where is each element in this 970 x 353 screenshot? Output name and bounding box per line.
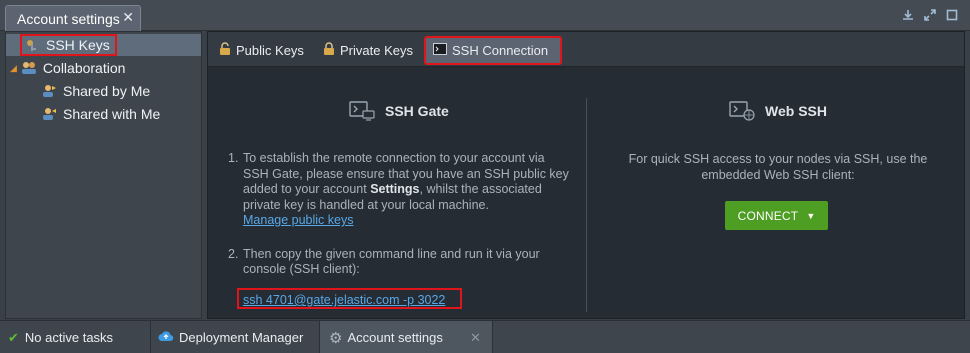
keys-icon <box>25 38 41 52</box>
user-shared-icon <box>41 107 57 121</box>
tree-item-label: Shared by Me <box>63 83 151 99</box>
step-2: 2. Then copy the given command line and … <box>228 247 573 278</box>
web-ssh-heading: Web SSH <box>729 101 827 121</box>
step-1-text: To establish the remote connection to yo… <box>243 151 573 229</box>
manage-public-keys-link[interactable]: Manage public keys <box>243 213 353 227</box>
app-root: Account settings ✕ SSH Keys ◢ Collaborat… <box>0 0 970 353</box>
deployment-manager-tab[interactable]: Deployment Manager <box>158 321 303 353</box>
maximize-icon[interactable] <box>946 9 958 21</box>
tree-item-shared-by-me[interactable]: Shared by Me <box>41 80 150 102</box>
collapse-arrow-icon[interactable]: ◢ <box>10 63 17 74</box>
account-settings-taskbar-tab[interactable]: ⚙ Account settings ✕ <box>320 321 492 353</box>
window-controls <box>902 9 958 21</box>
ssh-gate-title: SSH Gate <box>385 103 449 119</box>
user-share-icon <box>41 84 57 98</box>
tab-label: SSH Connection <box>452 43 549 58</box>
ssh-command-link[interactable]: ssh 4701@gate.jelastic.com -p 3022 <box>243 293 445 307</box>
status-bar: ✔ No active tasks Deployment Manager ⚙ A… <box>0 320 970 353</box>
tab-ssh-connection[interactable]: SSH Connection <box>424 36 562 65</box>
tab-label: Private Keys <box>340 42 413 58</box>
close-icon[interactable]: ✕ <box>470 330 481 346</box>
open-lock-icon <box>219 42 231 58</box>
tasks-label: No active tasks <box>24 330 114 345</box>
tab-public-keys[interactable]: Public Keys <box>213 38 310 62</box>
ssh-gate-steps: 1. To establish the remote connection to… <box>228 151 573 278</box>
window-tab-title: Account settings <box>17 11 120 27</box>
settings-bold: Settings <box>370 182 420 196</box>
expand-icon[interactable] <box>924 9 936 21</box>
status-separator <box>492 321 493 353</box>
tree-item-label: Collaboration <box>42 60 126 76</box>
web-ssh-icon <box>729 101 755 121</box>
ssh-keys-panel: Public Keys Private Keys SSH Connection … <box>207 31 965 319</box>
check-icon: ✔ <box>8 329 19 345</box>
tree-item-label: Shared with Me <box>63 106 161 122</box>
tree-item-label: SSH Keys <box>46 37 110 53</box>
window-tab-close-icon[interactable]: ✕ <box>122 9 134 26</box>
web-ssh-title: Web SSH <box>765 103 827 119</box>
step-1: 1. To establish the remote connection to… <box>228 151 573 229</box>
lock-icon <box>323 42 335 58</box>
gear-icon: ⚙ <box>329 329 343 347</box>
tree-item-collaboration[interactable]: ◢ Collaboration <box>10 57 125 79</box>
ssh-connection-content: SSH Gate 1. To establish the remote conn… <box>208 68 964 318</box>
connect-label: CONNECT <box>737 208 799 223</box>
tasks-status[interactable]: ✔ No active tasks <box>8 321 113 353</box>
download-icon[interactable] <box>902 9 914 21</box>
window-tab-bar: Account settings ✕ <box>0 0 970 31</box>
step-2-number: 2. <box>228 246 239 261</box>
terminal-icon <box>433 43 447 58</box>
account-settings-window-tab[interactable]: Account settings ✕ <box>5 5 141 31</box>
ssh-command-highlight: ssh 4701@gate.jelastic.com -p 3022 <box>237 288 462 309</box>
deployment-manager-label: Deployment Manager <box>179 330 304 345</box>
column-divider <box>586 98 587 312</box>
collaboration-icon <box>21 61 37 75</box>
ssh-gate-heading: SSH Gate <box>349 101 449 121</box>
settings-tree: SSH Keys ◢ Collaboration Shared by Me Sh… <box>5 31 202 319</box>
tab-label: Public Keys <box>236 42 304 58</box>
cloud-upload-icon <box>158 330 174 345</box>
tab-private-keys[interactable]: Private Keys <box>317 38 419 62</box>
status-separator <box>150 321 151 353</box>
tree-item-shared-with-me[interactable]: Shared with Me <box>41 103 160 125</box>
connect-button[interactable]: CONNECT ▼ <box>725 201 828 230</box>
web-ssh-description: For quick SSH access to your nodes via S… <box>628 152 928 182</box>
step-1-number: 1. <box>228 151 239 165</box>
ssh-gate-icon <box>349 101 375 121</box>
tree-item-ssh-keys[interactable]: SSH Keys <box>6 34 201 56</box>
chevron-down-icon: ▼ <box>806 210 816 221</box>
account-settings-label: Account settings <box>347 330 443 345</box>
step-2-text: Then copy the given command line and run… <box>243 246 540 277</box>
ssh-tabs-bar: Public Keys Private Keys SSH Connection <box>208 32 964 67</box>
